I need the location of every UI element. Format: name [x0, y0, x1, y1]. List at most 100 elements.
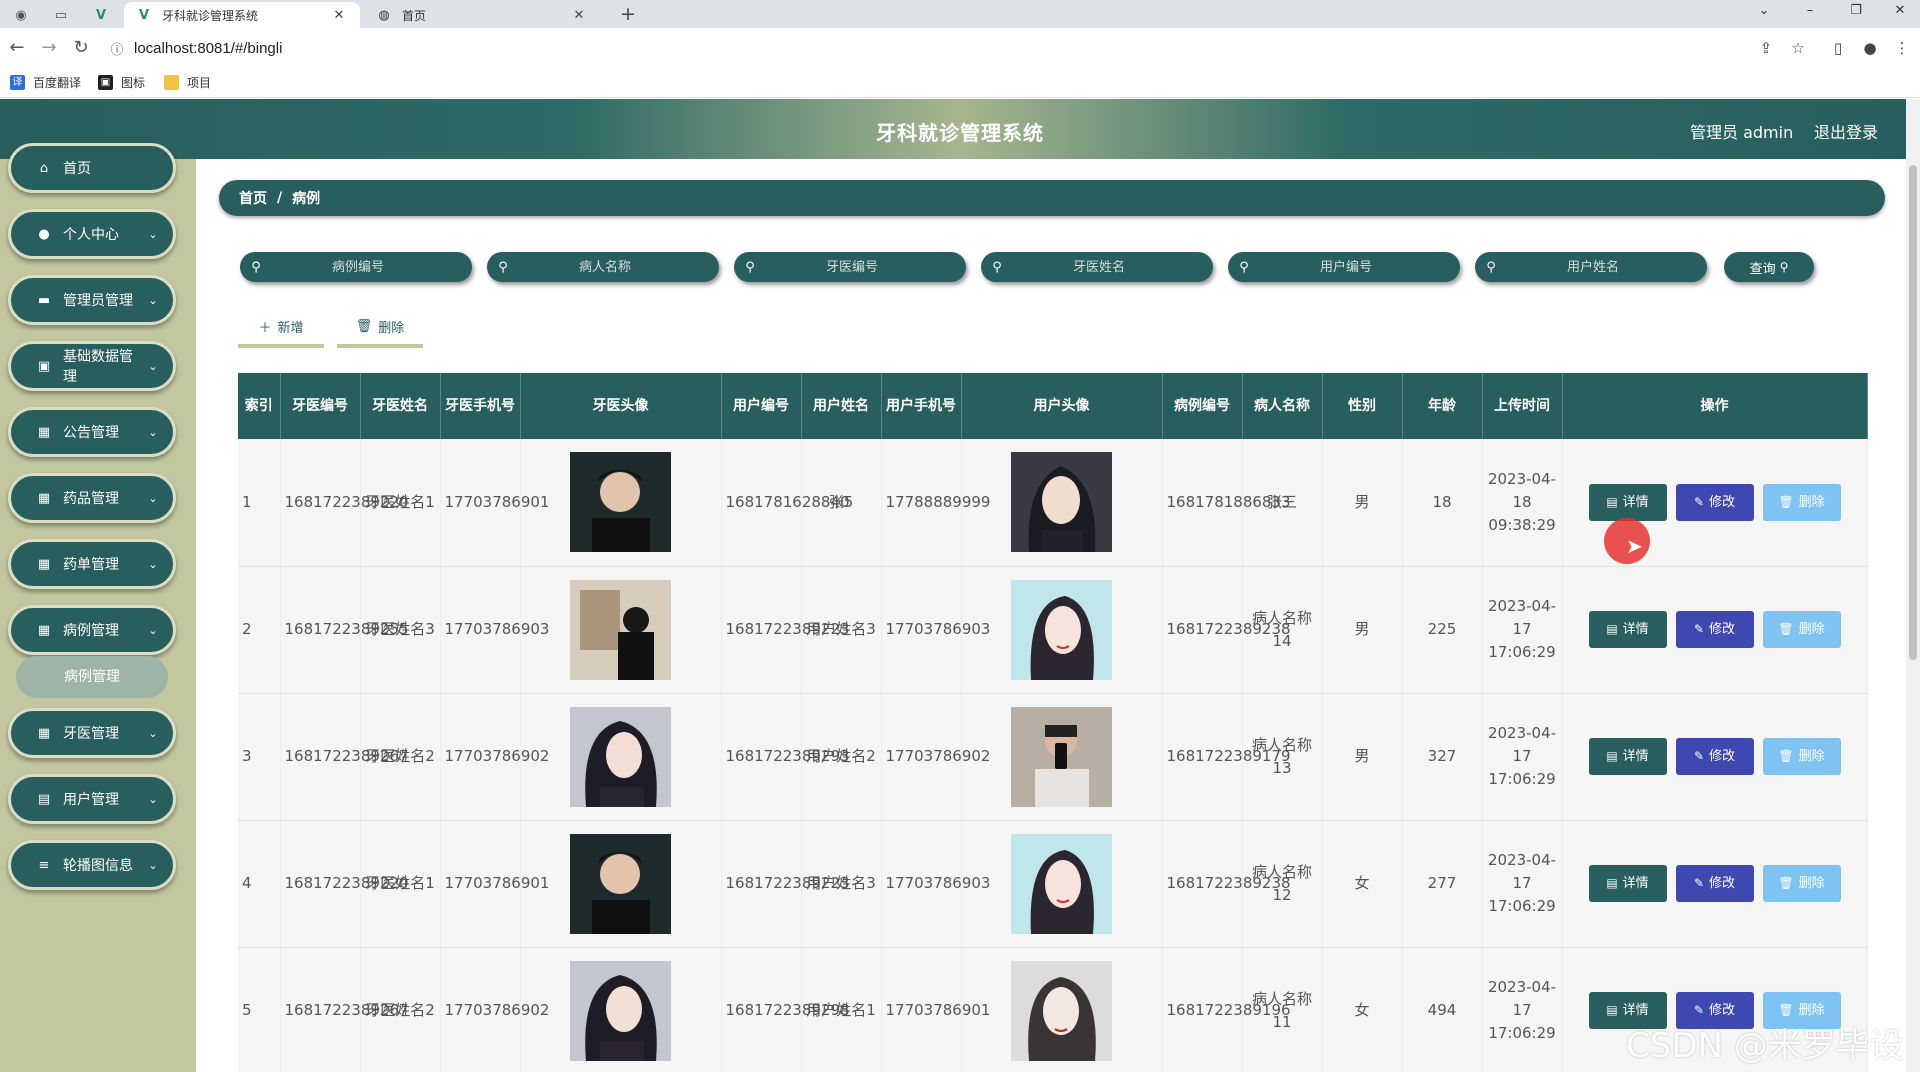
sidebar-item-profile[interactable]: ● 个人中心 ⌄ — [8, 209, 176, 259]
tab-home[interactable]: ◍ 首页 ✕ — [364, 2, 600, 28]
pinned-tab[interactable]: ▭ — [44, 4, 78, 26]
profile-icon[interactable]: ● — [1858, 37, 1882, 59]
sidebar-item-case[interactable]: ▦ 病例管理 ⌄ — [8, 605, 176, 655]
chevron-down-icon: ⌄ — [148, 557, 158, 571]
scrollbar-thumb[interactable] — [1909, 165, 1917, 660]
chevron-down-icon[interactable]: ⌄ — [1744, 0, 1784, 24]
cell-index: 4 — [238, 820, 281, 948]
cell-dentist-phone: 17703786903 — [440, 566, 549, 694]
patient-name-input[interactable] — [511, 259, 699, 275]
user-avatar[interactable] — [1011, 833, 1112, 934]
star-icon[interactable]: ☆ — [1786, 37, 1810, 59]
vue-logo-icon[interactable]: V — [84, 4, 118, 26]
delete-button[interactable]: 🗑 删除 — [1762, 865, 1841, 902]
bookmark-project[interactable]: 项目 — [164, 74, 211, 91]
minimize-icon[interactable]: – — [1790, 0, 1830, 24]
sidebar-subitem-case-management[interactable]: 病例管理 — [16, 656, 168, 698]
pencil-icon: ✎ — [1693, 494, 1705, 509]
cell-dentist-name: 牙医姓名2 — [360, 947, 441, 1072]
dentist-no-input[interactable] — [758, 259, 946, 275]
sidepanel-icon[interactable]: ▯ — [1826, 37, 1850, 59]
bookmark-icons[interactable]: ▣ 图标 — [98, 74, 145, 91]
menu-icon[interactable]: ⋮ — [1890, 37, 1914, 59]
dentist-avatar[interactable] — [570, 960, 671, 1061]
user-name-input[interactable] — [1499, 259, 1687, 275]
edit-button[interactable]: ✎ 修改 — [1675, 611, 1754, 648]
plus-icon: ＋ — [258, 320, 272, 336]
add-button[interactable]: ＋ 新增 — [238, 308, 324, 348]
user-avatar[interactable] — [1011, 706, 1112, 807]
detail-button[interactable]: ▤ 详情 — [1588, 483, 1667, 521]
sidebar-item-medicine[interactable]: ▦ 药品管理 ⌄ — [8, 473, 176, 523]
dentist-avatar[interactable] — [570, 579, 671, 680]
sidebar-item-dentist[interactable]: ▦ 牙医管理 ⌄ — [8, 708, 176, 758]
user-avatar[interactable] — [1011, 579, 1112, 680]
detail-button[interactable]: ▤ 详情 — [1588, 738, 1667, 775]
url-field[interactable]: ⓘ localhost:8081/#/bingli — [106, 33, 1766, 63]
breadcrumb: 首页 / 病例 — [219, 180, 1885, 216]
sidebar-item-notice[interactable]: ▦ 公告管理 ⌄ — [8, 407, 176, 457]
share-icon[interactable]: ⇪ — [1754, 37, 1778, 59]
dentist-name-input[interactable] — [1005, 259, 1193, 275]
edit-button[interactable]: ✎ 修改 — [1675, 483, 1754, 521]
browser-tab-bar: ◉ ▭ V V 牙科就诊管理系统 ✕ ◍ 首页 ✕ + ⌄ – ❐ ✕ — [0, 0, 1920, 28]
watermark: CSDN @米罗毕设 — [1626, 1026, 1904, 1066]
delete-button[interactable]: 🗑 删除 — [1762, 738, 1841, 775]
user-avatar[interactable] — [1011, 452, 1112, 553]
dentist-avatar[interactable] — [570, 706, 671, 807]
restore-icon[interactable]: ❐ — [1836, 0, 1876, 24]
forward-icon[interactable]: → — [36, 36, 62, 60]
sidebar-item-carousel[interactable]: ≡ 轮播图信息 ⌄ — [8, 840, 176, 890]
query-button[interactable]: 查询 ⚲ — [1724, 252, 1814, 282]
case-no-search-field[interactable]: ⚲ — [240, 252, 472, 282]
dentist-name-search-field[interactable]: ⚲ — [981, 252, 1213, 282]
table-row[interactable]: 2 1681722389255 牙医姓名3 17703786903 168172… — [238, 566, 1868, 694]
case-no-input[interactable] — [264, 259, 452, 275]
col-header: 上传时间 — [1482, 373, 1563, 439]
sidebar-item-admin[interactable]: ▬ 管理员管理 ⌄ — [8, 275, 176, 325]
breadcrumb-home[interactable]: 首页 — [239, 188, 267, 208]
close-icon[interactable]: ✕ — [330, 8, 348, 23]
col-header: 牙医编号 — [280, 373, 361, 439]
sidebar-item-user[interactable]: ▤ 用户管理 ⌄ — [8, 774, 176, 824]
delete-button[interactable]: 🗑 删除 — [1762, 611, 1841, 648]
dentist-avatar[interactable] — [570, 833, 671, 934]
detail-button[interactable]: ▤ 详情 — [1588, 611, 1667, 648]
user-no-input[interactable] — [1252, 259, 1440, 275]
dentist-avatar[interactable] — [570, 452, 671, 553]
cell-dentist-avatar — [520, 439, 722, 567]
table-row[interactable]: 3 1681722389267 牙医姓名2 17703786902 168172… — [238, 693, 1868, 821]
user-avatar[interactable] — [1011, 960, 1112, 1061]
chrome-icon[interactable]: ◉ — [4, 4, 38, 26]
table-row[interactable]: 4 1681722389220 牙医姓名1 17703786901 168172… — [238, 820, 1868, 948]
search-icon: ⚲ — [1486, 259, 1496, 275]
edit-button[interactable]: ✎ 修改 — [1675, 865, 1754, 902]
close-icon[interactable]: ✕ — [570, 8, 588, 23]
url-text[interactable]: localhost:8081/#/bingli — [134, 40, 282, 57]
user-name-search-field[interactable]: ⚲ — [1475, 252, 1707, 282]
sidebar-item-home[interactable]: ⌂ 首页 — [8, 143, 176, 193]
back-icon[interactable]: ← — [4, 36, 30, 60]
dentist-no-search-field[interactable]: ⚲ — [734, 252, 966, 282]
cell-user-name: 用户姓名2 — [801, 693, 882, 821]
window-close-icon[interactable]: ✕ — [1880, 0, 1920, 24]
detail-button[interactable]: ▤ 详情 — [1588, 865, 1667, 902]
cell-dentist-no: 1681722389220 — [280, 820, 409, 948]
batch-delete-button[interactable]: 🗑 删除 — [337, 308, 423, 348]
cell-dentist-name: 牙医姓名2 — [360, 693, 441, 821]
new-tab-button[interactable]: + — [616, 3, 640, 25]
edit-button[interactable]: ✎ 修改 — [1675, 738, 1754, 775]
table-row[interactable]: 5 1681722389267 牙医姓名2 17703786902 168172… — [238, 947, 1868, 1072]
bookmark-baidu-translate[interactable]: 译 百度翻译 — [10, 74, 81, 91]
sidebar-item-label: 药单管理 — [63, 557, 119, 573]
sidebar-item-basic-data[interactable]: ▣ 基础数据管理 ⌄ — [8, 341, 176, 391]
reload-icon[interactable]: ↻ — [68, 36, 94, 60]
user-no-search-field[interactable]: ⚲ — [1228, 252, 1460, 282]
delete-button[interactable]: 🗑 删除 — [1762, 483, 1841, 521]
cell-user-phone: 17788889999 — [881, 439, 990, 567]
info-icon[interactable]: ⓘ — [106, 39, 128, 58]
tab-active[interactable]: V 牙科就诊管理系统 ✕ — [124, 2, 360, 28]
sidebar-item-prescription[interactable]: ▦ 药单管理 ⌄ — [8, 539, 176, 589]
logout-button[interactable]: 退出登录 — [1814, 119, 1878, 143]
patient-name-search-field[interactable]: ⚲ — [487, 252, 719, 282]
